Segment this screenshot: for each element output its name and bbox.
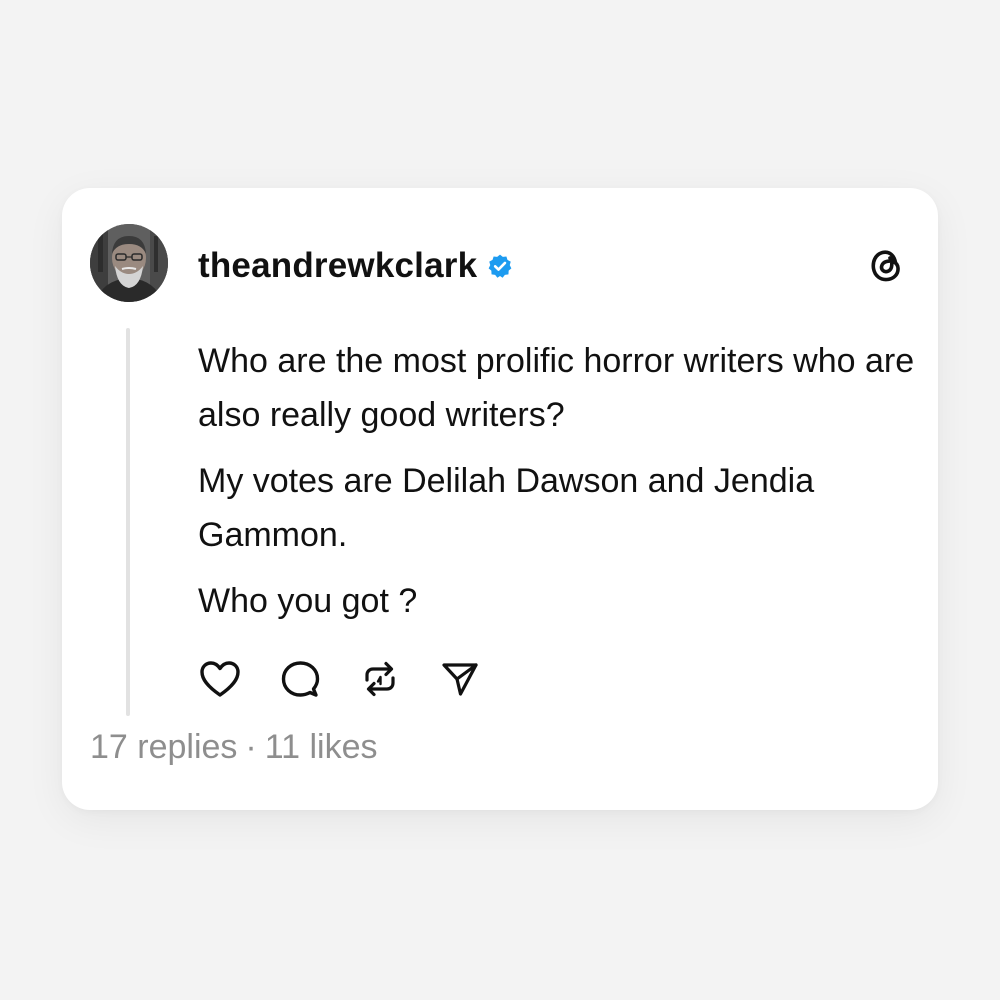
send-icon (442, 663, 478, 696)
heart-icon (200, 661, 240, 697)
comment-bubble-icon (281, 661, 320, 697)
repost-icon (365, 661, 395, 697)
reply-button[interactable] (276, 656, 324, 702)
post-card: theandrewkclark Who are the most prolifi… (62, 188, 938, 810)
share-button[interactable] (436, 656, 484, 702)
post-stats: 17 replies · 11 likes (90, 728, 378, 767)
avatar-image (90, 224, 168, 302)
username[interactable]: theandrewkclark (198, 246, 477, 286)
post-body: Who are the most prolific horror writers… (198, 334, 918, 628)
stats-separator: · (245, 728, 257, 766)
replies-count[interactable]: 17 replies (90, 728, 237, 767)
likes-count[interactable]: 11 likes (265, 728, 378, 767)
author-row: theandrewkclark (198, 244, 513, 288)
threads-logo-icon[interactable] (862, 240, 910, 288)
post-paragraph: Who are the most prolific horror writers… (198, 342, 915, 434)
like-button[interactable] (196, 656, 244, 702)
repost-button[interactable] (356, 656, 404, 702)
thread-line (126, 328, 130, 716)
post-paragraph: Who you got ? (198, 582, 418, 620)
action-bar (196, 656, 516, 702)
post-paragraph: My votes are Delilah Dawson and Jendia G… (198, 462, 815, 554)
verified-badge-icon (487, 253, 513, 279)
avatar[interactable] (90, 224, 168, 302)
